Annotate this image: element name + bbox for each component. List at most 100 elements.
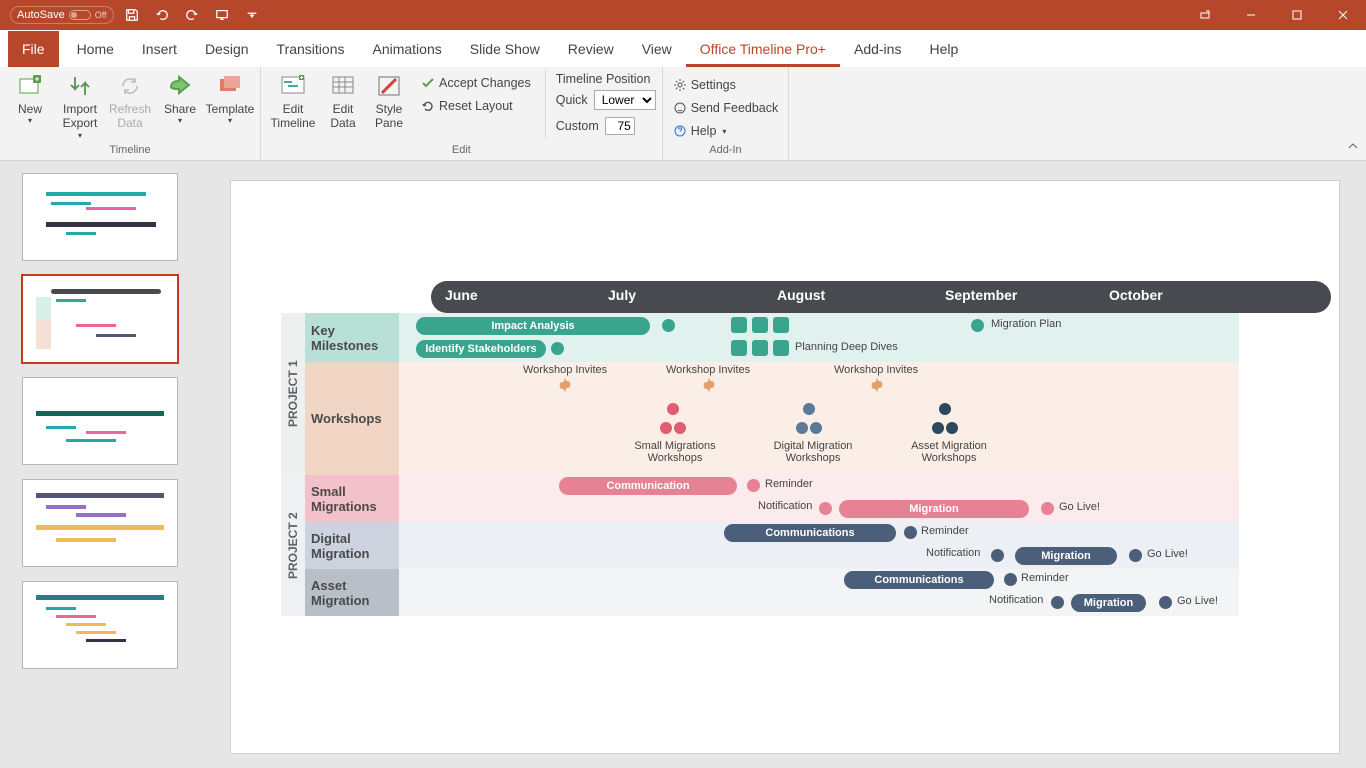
present-button[interactable] xyxy=(210,3,234,27)
feedback-button[interactable]: Send Feedback xyxy=(669,97,783,119)
sm-mig[interactable]: Migration xyxy=(839,500,1029,518)
redo-button[interactable] xyxy=(180,3,204,27)
bar-stake[interactable]: Identify Stakeholders xyxy=(416,340,546,358)
slide-thumbnail-5[interactable] xyxy=(22,581,178,669)
bar-impact[interactable]: Impact Analysis xyxy=(416,317,650,335)
sm-comm[interactable]: Communication xyxy=(559,477,737,495)
settings-label: Settings xyxy=(691,78,736,92)
edit-timeline-button[interactable]: Edit Timeline xyxy=(267,70,319,131)
help-button[interactable]: Help▾ xyxy=(669,120,731,142)
accept-label: Accept Changes xyxy=(439,76,531,90)
star-icon-1[interactable] xyxy=(557,378,573,394)
ribbon-display-options[interactable] xyxy=(1182,0,1228,30)
slide-editor[interactable]: June July August September October PROJE… xyxy=(207,161,1366,768)
slide-thumbnail-1[interactable] xyxy=(22,173,178,261)
ws-label: Workshops xyxy=(311,411,399,426)
slide-thumbnail-panel[interactable] xyxy=(0,161,207,768)
new-button[interactable]: New▾ xyxy=(6,70,54,144)
cluster-small[interactable] xyxy=(643,402,703,440)
cluster-dig[interactable] xyxy=(779,402,839,440)
minimize-button[interactable] xyxy=(1228,0,1274,30)
grid6[interactable] xyxy=(773,340,789,356)
quick-select[interactable]: Lower xyxy=(594,90,656,110)
grid2[interactable] xyxy=(752,317,768,333)
wi1-label: Workshop Invites xyxy=(523,364,607,376)
collapse-ribbon[interactable] xyxy=(1344,138,1362,156)
style-pane-button[interactable]: Style Pane xyxy=(367,70,411,131)
am-golive-dot[interactable] xyxy=(1159,596,1172,609)
wi3-label: Workshop Invites xyxy=(834,364,918,376)
dig-label: Digital Migration Workshops xyxy=(763,440,863,464)
slide-canvas[interactable]: June July August September October PROJE… xyxy=(231,181,1339,753)
tab-file[interactable]: File xyxy=(8,31,59,67)
dm-comm[interactable]: Communications xyxy=(724,524,896,542)
timeline-object[interactable]: June July August September October PROJE… xyxy=(281,281,1331,616)
star-icon-2[interactable] xyxy=(701,378,717,394)
slide-thumbnail-4[interactable] xyxy=(22,479,178,567)
cluster-asset[interactable] xyxy=(915,402,975,440)
custom-input[interactable] xyxy=(605,117,635,135)
month-june: June xyxy=(445,287,478,303)
dot-plan[interactable] xyxy=(971,319,984,332)
dm-rem-dot[interactable] xyxy=(904,526,917,539)
sm-notif: Notification xyxy=(758,500,812,512)
am-notif-dot[interactable] xyxy=(1051,596,1064,609)
tab-animations[interactable]: Animations xyxy=(358,31,455,67)
sm-rem-dot[interactable] xyxy=(747,479,760,492)
sm-notif-dot[interactable] xyxy=(819,502,832,515)
grid4[interactable] xyxy=(731,340,747,356)
settings-button[interactable]: Settings xyxy=(669,74,740,96)
tab-office-timeline[interactable]: Office Timeline Pro+ xyxy=(686,31,840,67)
template-button[interactable]: Template▾ xyxy=(206,70,254,144)
am-rem-dot[interactable] xyxy=(1004,573,1017,586)
timeline-scale: June July August September October xyxy=(431,281,1331,313)
reset-layout-button[interactable]: Reset Layout xyxy=(417,95,535,117)
close-button[interactable] xyxy=(1320,0,1366,30)
am-mig[interactable]: Migration xyxy=(1071,594,1146,612)
sm-l2: Migrations xyxy=(311,499,399,514)
dm-mig[interactable]: Migration xyxy=(1015,547,1117,565)
tab-view[interactable]: View xyxy=(628,31,686,67)
sm-golive-dot[interactable] xyxy=(1041,502,1054,515)
style-pane-label: Style Pane xyxy=(375,102,403,131)
month-aug: August xyxy=(777,287,825,303)
asset-label: Asset Migration Workshops xyxy=(899,440,999,464)
tab-slideshow[interactable]: Slide Show xyxy=(456,31,554,67)
dot-stake[interactable] xyxy=(551,342,564,355)
project1-tab: PROJECT 1 xyxy=(281,313,305,475)
star-icon-3[interactable] xyxy=(869,378,885,394)
qat-customize[interactable] xyxy=(240,3,264,27)
grid3[interactable] xyxy=(773,317,789,333)
import-label: Import Export xyxy=(63,102,98,131)
slide-thumbnail-2[interactable] xyxy=(22,275,178,363)
tab-review[interactable]: Review xyxy=(554,31,628,67)
share-button[interactable]: Share▾ xyxy=(156,70,204,144)
dot-impact[interactable] xyxy=(662,319,675,332)
grid5[interactable] xyxy=(752,340,768,356)
grid1[interactable] xyxy=(731,317,747,333)
am-comm[interactable]: Communications xyxy=(844,571,994,589)
tab-help[interactable]: Help xyxy=(915,31,972,67)
undo-button[interactable] xyxy=(150,3,174,27)
save-button[interactable] xyxy=(120,3,144,27)
tab-transitions[interactable]: Transitions xyxy=(263,31,359,67)
refresh-label: Refresh Data xyxy=(109,102,151,131)
tab-home[interactable]: Home xyxy=(63,31,128,67)
project2-tab: PROJECT 2 xyxy=(281,475,305,616)
tab-addins[interactable]: Add-ins xyxy=(840,31,915,67)
dm-golive-dot[interactable] xyxy=(1129,549,1142,562)
dm-notif-dot[interactable] xyxy=(991,549,1004,562)
edit-data-button[interactable]: Edit Data xyxy=(321,70,365,131)
ribbon: New▾ Import Export▾ Refresh Data Share▾ … xyxy=(0,67,1366,161)
tab-insert[interactable]: Insert xyxy=(128,31,191,67)
custom-label: Custom xyxy=(556,119,599,133)
import-icon xyxy=(66,72,94,100)
tab-design[interactable]: Design xyxy=(191,31,263,67)
import-export-button[interactable]: Import Export▾ xyxy=(56,70,104,144)
autosave-toggle[interactable]: AutoSave Off xyxy=(10,6,114,24)
accept-changes-button[interactable]: Accept Changes xyxy=(417,72,535,94)
share-label: Share xyxy=(164,102,196,116)
maximize-button[interactable] xyxy=(1274,0,1320,30)
share-icon xyxy=(166,72,194,100)
slide-thumbnail-3[interactable] xyxy=(22,377,178,465)
